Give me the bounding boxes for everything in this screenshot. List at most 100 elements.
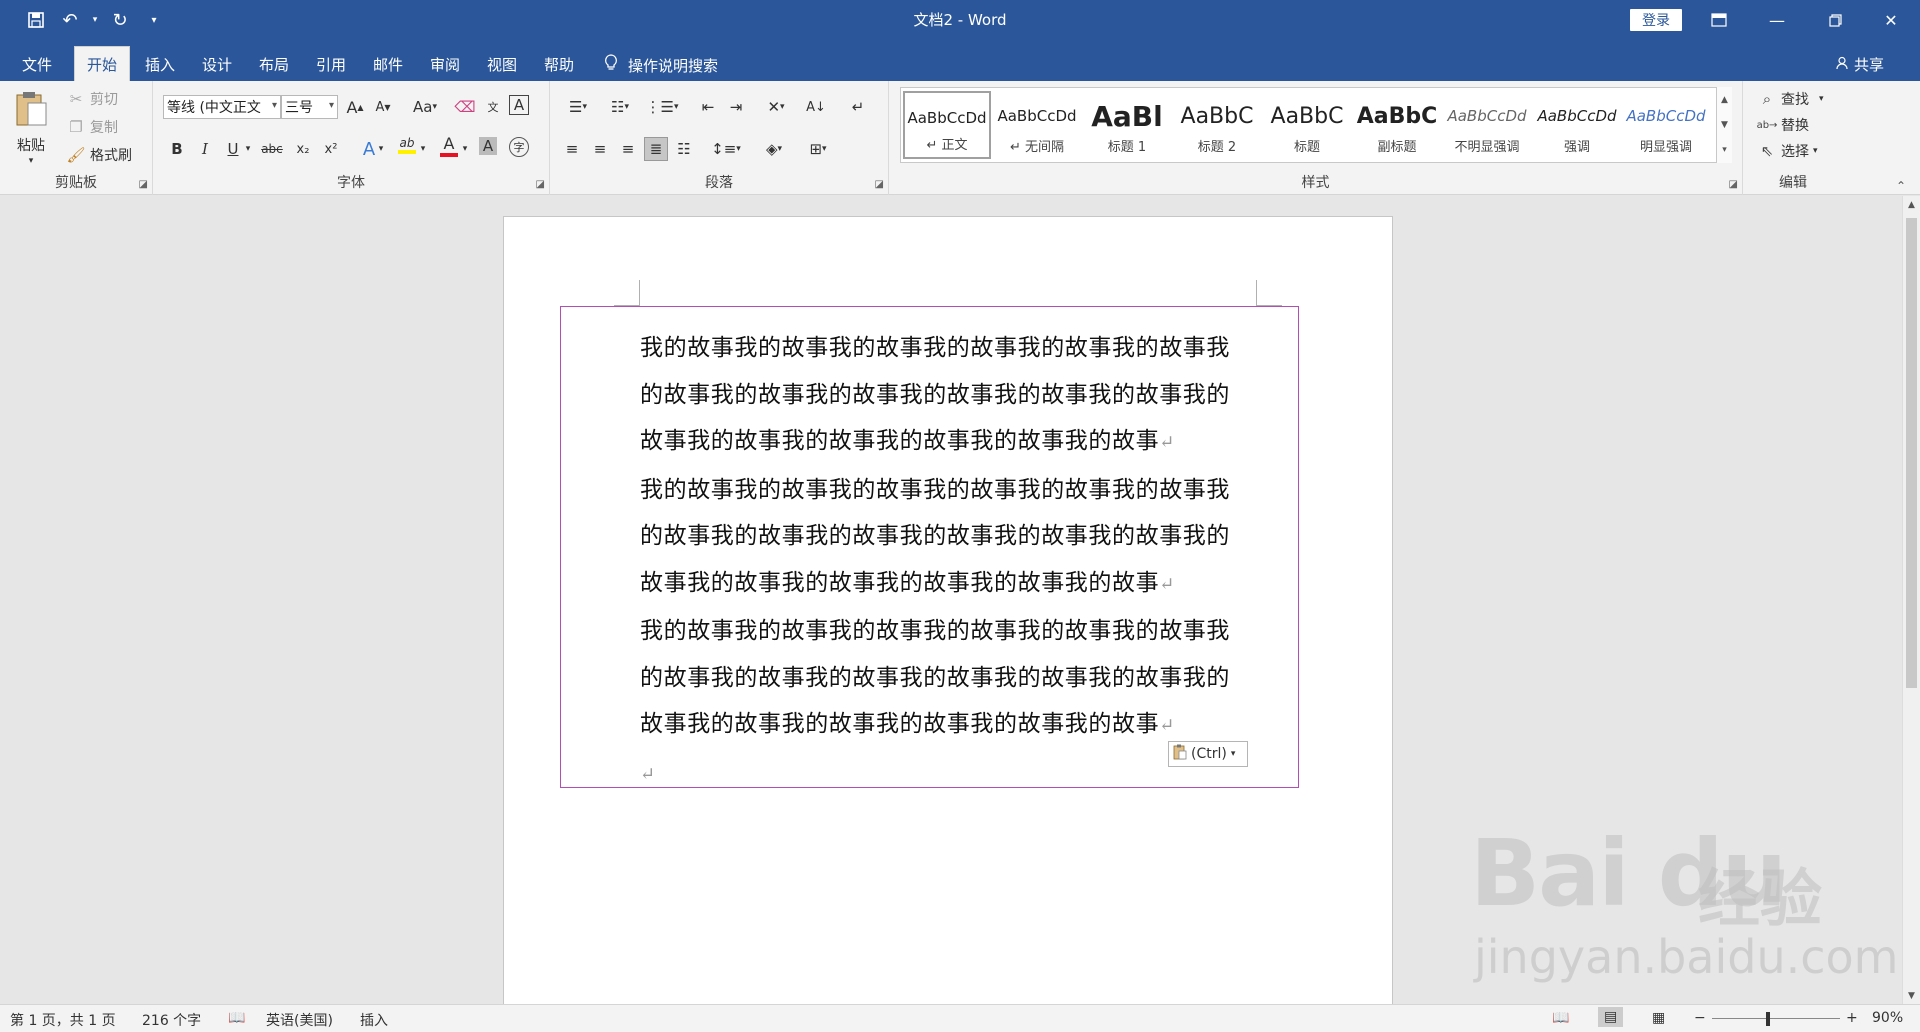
increase-indent-icon[interactable]: ⇥: [724, 95, 748, 119]
select-button[interactable]: ⇖ 选择 ▾: [1757, 141, 1818, 161]
borders-icon[interactable]: ⊞ ▾: [800, 137, 836, 161]
gallery-more-icon[interactable]: ▾: [1722, 145, 1727, 155]
show-paragraph-marks-icon[interactable]: ↵: [846, 95, 870, 119]
character-shading-icon[interactable]: A: [479, 137, 497, 155]
zoom-slider-handle[interactable]: [1766, 1012, 1770, 1026]
style-subtle-emphasis[interactable]: AaBbCcDd 不明显强调: [1443, 91, 1531, 159]
shrink-font-button[interactable]: A ▼: [371, 95, 395, 119]
font-dialog-launcher-icon[interactable]: ◪: [536, 179, 545, 190]
font-color-button[interactable]: A: [437, 133, 461, 157]
italic-button[interactable]: I: [193, 137, 217, 161]
enclose-characters-icon[interactable]: 字: [509, 137, 529, 157]
distributed-icon[interactable]: ☷: [672, 137, 696, 161]
tab-design[interactable]: 设计: [190, 48, 244, 81]
align-right-icon[interactable]: ≡: [616, 137, 640, 161]
style-subtitle[interactable]: AaBbC 副标题: [1353, 91, 1441, 159]
paragraph-dialog-launcher-icon[interactable]: ◪: [875, 179, 884, 190]
grow-font-button[interactable]: A ▲: [343, 95, 367, 119]
clear-formatting-icon[interactable]: ⌫: [453, 95, 477, 119]
style-intense-emphasis[interactable]: AaBbCcDd 明显强调: [1623, 91, 1709, 159]
multilevel-list-icon[interactable]: ⋮☰ ▾: [644, 95, 680, 119]
subscript-button[interactable]: x₂: [291, 137, 315, 161]
zoom-slider[interactable]: [1712, 1018, 1840, 1019]
align-center-icon[interactable]: ≡: [588, 137, 612, 161]
replace-button[interactable]: ab→ 替换: [1757, 115, 1809, 135]
tab-mailings[interactable]: 邮件: [361, 48, 415, 81]
justify-icon[interactable]: ≣: [644, 137, 668, 161]
numbering-icon[interactable]: ☷ ▾: [602, 95, 638, 119]
print-layout-icon[interactable]: ▤: [1598, 1007, 1624, 1027]
font-color-dropdown-icon[interactable]: ▾: [459, 137, 471, 161]
paste-button[interactable]: 粘贴 ▾: [14, 89, 48, 166]
collapse-ribbon-icon[interactable]: ⌃: [1896, 179, 1906, 193]
character-border-icon[interactable]: A: [509, 95, 529, 115]
paste-dropdown-icon[interactable]: ▾: [29, 157, 34, 166]
highlight-button[interactable]: ab: [395, 133, 419, 157]
font-size-combobox[interactable]: 三号 ▾: [281, 95, 338, 119]
highlight-dropdown-icon[interactable]: ▾: [417, 137, 429, 161]
paste-options-button[interactable]: (Ctrl) ▾: [1168, 741, 1248, 767]
tab-layout[interactable]: 布局: [247, 48, 301, 81]
tell-me-search[interactable]: 操作说明搜索: [604, 54, 718, 76]
proofing-icon[interactable]: 📖: [228, 1010, 245, 1026]
document-body[interactable]: 我的故事我的故事我的故事我的故事我的故事我的故事我 的故事我的故事我的故事我的故…: [640, 325, 1270, 798]
line-spacing-icon[interactable]: ↕≡ ▾: [708, 137, 744, 161]
cut-button[interactable]: ✂ 剪切: [66, 89, 118, 109]
language-indicator[interactable]: 英语(美国): [266, 1010, 333, 1030]
copy-button[interactable]: ❐ 复制: [66, 117, 118, 137]
page-count[interactable]: 第 1 页，共 1 页: [10, 1010, 116, 1030]
bold-button[interactable]: B: [165, 137, 189, 161]
style-heading-2[interactable]: AaBbC 标题 2: [1173, 91, 1261, 159]
style-title[interactable]: AaBbC 标题: [1263, 91, 1351, 159]
align-left-icon[interactable]: ≡: [560, 137, 584, 161]
scroll-thumb[interactable]: [1906, 218, 1917, 688]
word-count[interactable]: 216 个字: [142, 1010, 201, 1030]
strikethrough-button[interactable]: abc: [257, 137, 287, 161]
style-no-spacing[interactable]: AaBbCcDd ↵ 无间隔: [993, 91, 1081, 159]
login-button[interactable]: 登录: [1630, 9, 1682, 31]
minimize-icon[interactable]: —: [1748, 0, 1806, 40]
shading-icon[interactable]: ◈ ▾: [756, 137, 792, 161]
superscript-button[interactable]: x²: [319, 137, 343, 161]
decrease-indent-icon[interactable]: ⇤: [696, 95, 720, 119]
font-name-combobox[interactable]: 等线 (中文正文 ▾: [163, 95, 281, 119]
styles-dialog-launcher-icon[interactable]: ◪: [1729, 179, 1738, 190]
share-button[interactable]: 共享: [1836, 54, 1884, 75]
bullets-icon[interactable]: ☰ ▾: [560, 95, 596, 119]
scroll-up-icon[interactable]: ▲: [1903, 196, 1920, 213]
clipboard-dialog-launcher-icon[interactable]: ◪: [139, 179, 148, 190]
restore-icon[interactable]: [1806, 0, 1864, 40]
gallery-up-icon[interactable]: ▲: [1721, 95, 1728, 105]
zoom-out-icon[interactable]: −: [1694, 1010, 1706, 1026]
select-dropdown-icon: ▾: [1813, 146, 1818, 156]
style-normal[interactable]: AaBbCcDd ↵ 正文: [903, 91, 991, 159]
tab-review[interactable]: 审阅: [418, 48, 472, 81]
scroll-down-icon[interactable]: ▼: [1903, 987, 1920, 1004]
gallery-down-icon[interactable]: ▼: [1721, 120, 1728, 130]
document-page[interactable]: 我的故事我的故事我的故事我的故事我的故事我的故事我 的故事我的故事我的故事我的故…: [503, 216, 1393, 1004]
style-emphasis[interactable]: AaBbCcDd 强调: [1533, 91, 1621, 159]
find-button[interactable]: ⌕ 查找 ▾: [1757, 89, 1824, 109]
ribbon-display-options-icon[interactable]: [1690, 0, 1748, 40]
tab-insert[interactable]: 插入: [133, 48, 187, 81]
zoom-in-icon[interactable]: +: [1846, 1010, 1858, 1026]
insert-mode[interactable]: 插入: [360, 1010, 388, 1030]
zoom-level[interactable]: 90%: [1872, 1010, 1903, 1026]
close-icon[interactable]: ✕: [1862, 0, 1920, 40]
read-mode-icon[interactable]: 📖: [1552, 1010, 1569, 1026]
tab-home[interactable]: 开始: [74, 46, 131, 81]
style-heading-1[interactable]: AaBl 标题 1: [1083, 91, 1171, 159]
text-effects-dropdown-icon[interactable]: ▾: [375, 137, 387, 161]
tab-references[interactable]: 引用: [304, 48, 358, 81]
vertical-scrollbar[interactable]: ▲ ▼: [1902, 196, 1920, 1004]
web-layout-icon[interactable]: ▦: [1652, 1010, 1665, 1026]
chinese-layout-icon[interactable]: ✕ ▾: [758, 95, 794, 119]
sort-icon[interactable]: A↓: [804, 95, 828, 119]
change-case-button[interactable]: Aa ▾: [407, 95, 443, 119]
tab-view[interactable]: 视图: [475, 48, 529, 81]
format-painter-button[interactable]: 🖌 格式刷: [66, 145, 132, 165]
tab-file[interactable]: 文件: [10, 48, 64, 81]
underline-dropdown-icon[interactable]: ▾: [241, 137, 255, 161]
phonetic-guide-icon[interactable]: 文: [481, 95, 505, 119]
tab-help[interactable]: 帮助: [532, 48, 586, 81]
